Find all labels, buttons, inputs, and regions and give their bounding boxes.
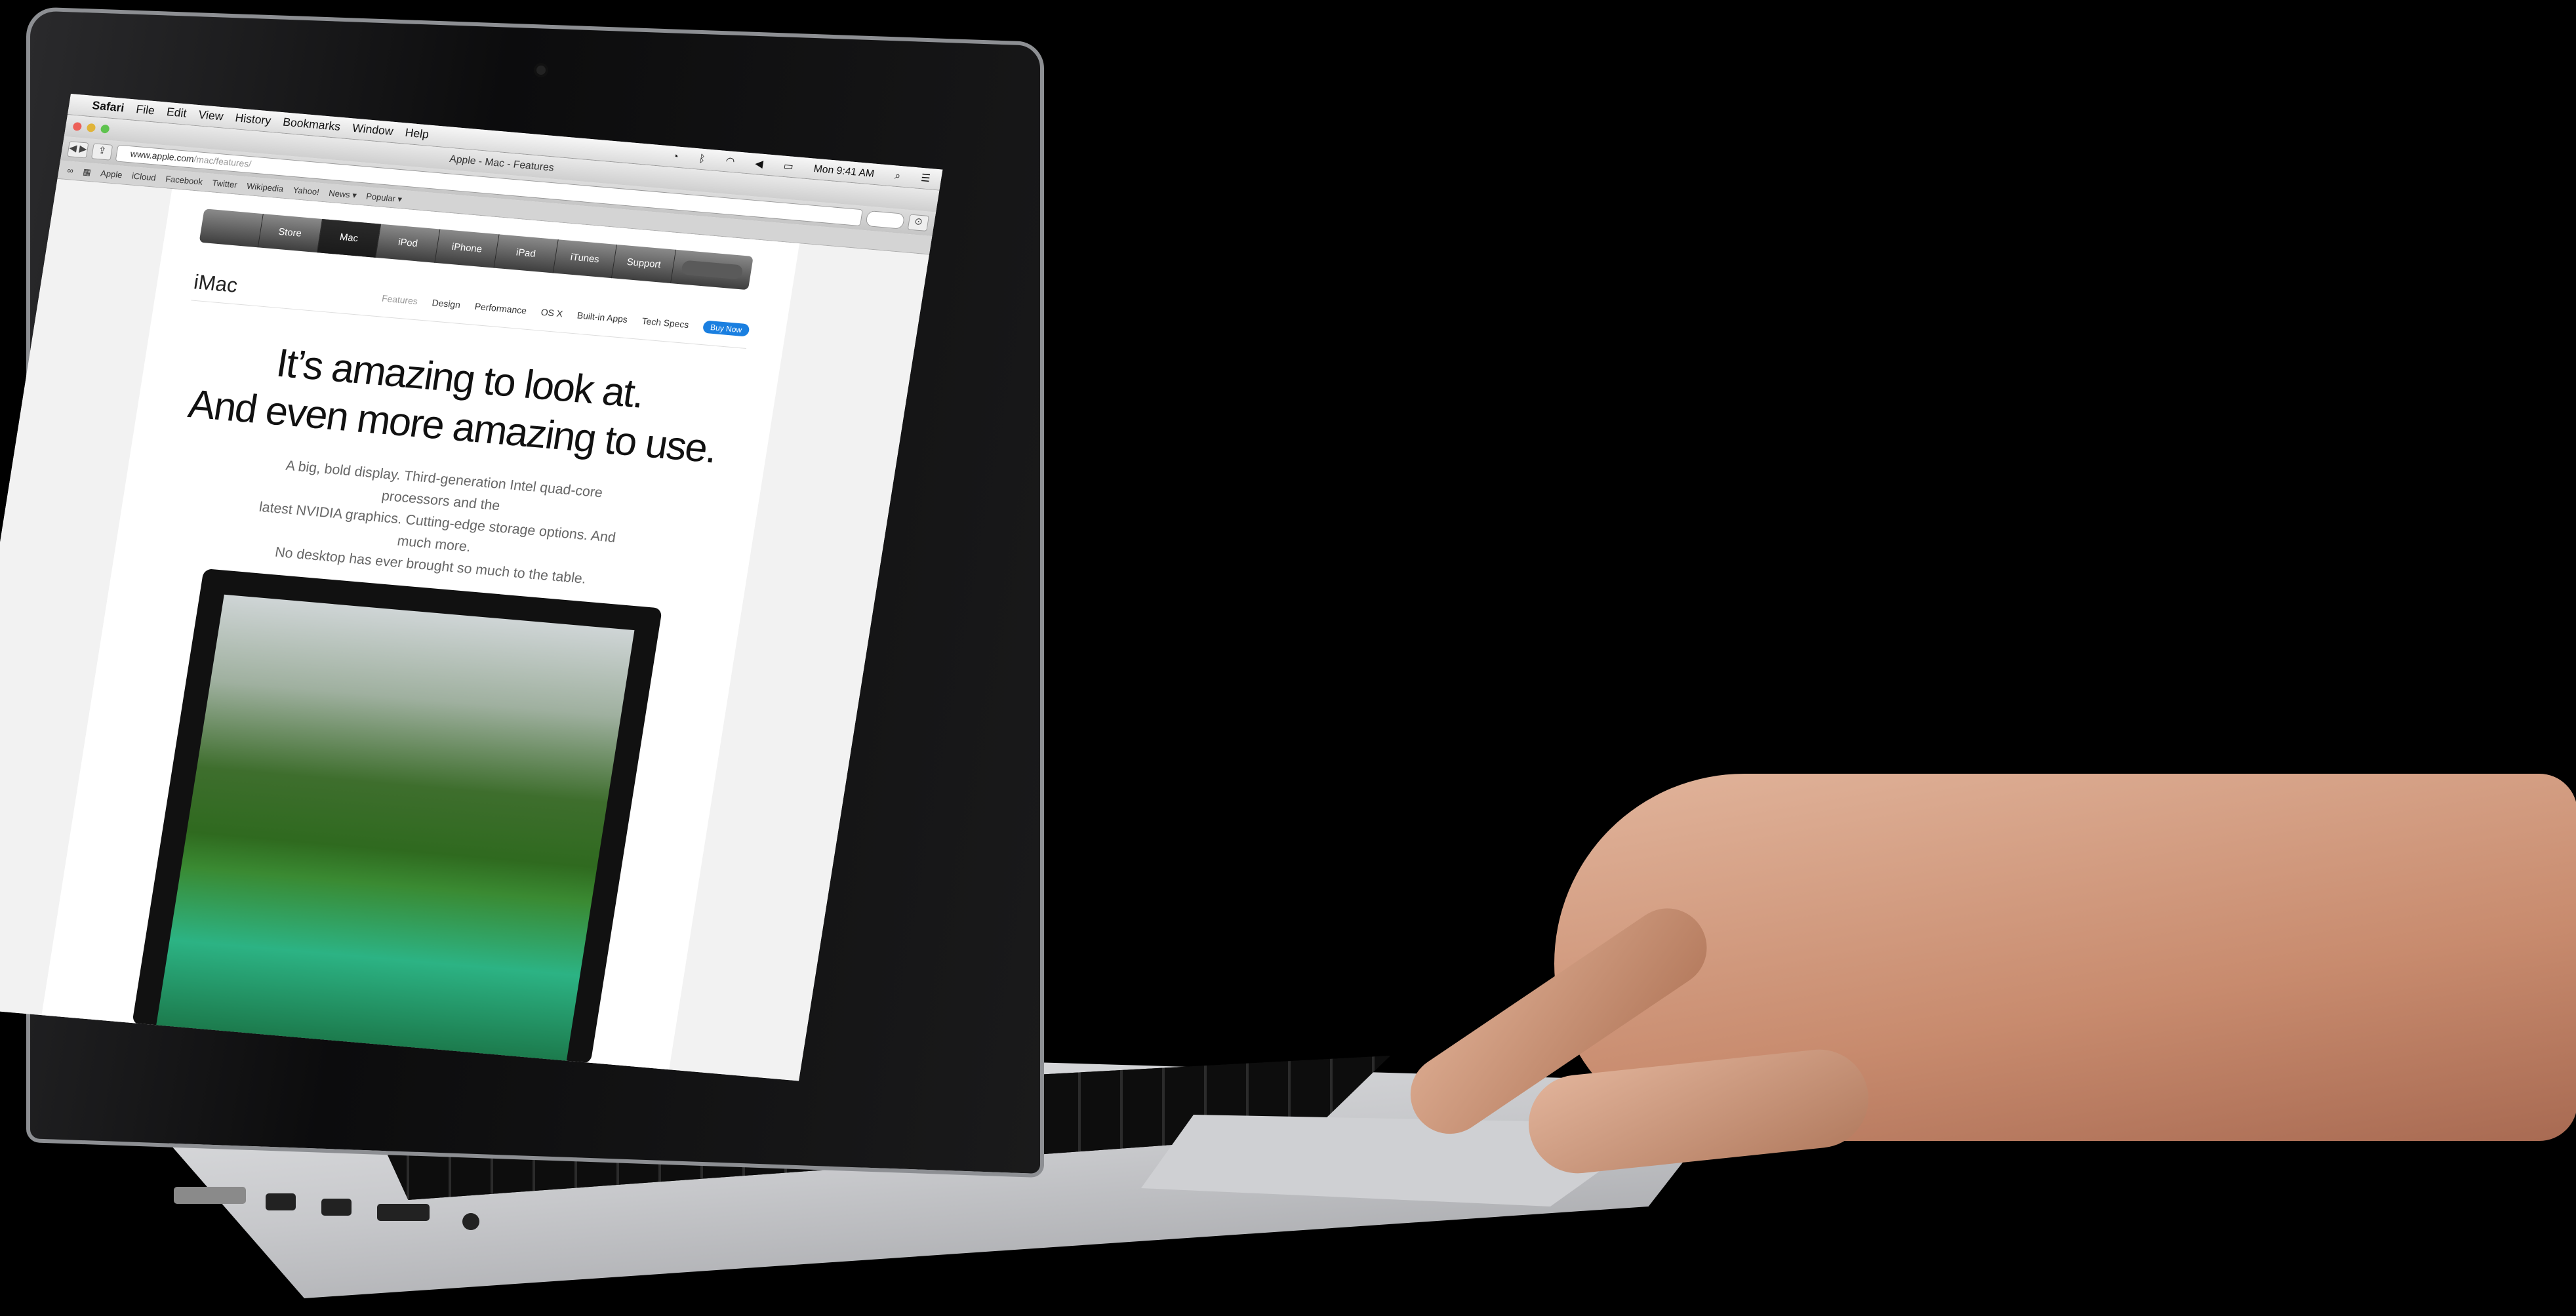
nav-mac[interactable]: Mac	[317, 218, 382, 258]
web-page: Store Mac iPod iPhone iPad iTunes Suppor…	[0, 178, 929, 1081]
bookmark-item[interactable]: Popular ▾	[365, 191, 403, 204]
nav-store[interactable]: Store	[258, 214, 323, 253]
volume-icon[interactable]: ◀	[754, 157, 764, 170]
buy-now-button[interactable]: Buy Now	[702, 319, 750, 337]
subnav-design[interactable]: Design	[432, 298, 461, 310]
hand-thumb	[1523, 1045, 1874, 1178]
nav-iphone[interactable]: iPhone	[435, 229, 500, 268]
scene: Safari File Edit View History Bookmarks …	[0, 0, 2576, 1316]
spotlight-icon[interactable]: ⌕	[894, 170, 902, 182]
nav-itunes[interactable]: iTunes	[553, 239, 618, 279]
subnav-built-in-apps[interactable]: Built-in Apps	[576, 310, 628, 325]
bookmark-item[interactable]: Facebook	[165, 174, 203, 187]
camera-icon	[536, 66, 546, 75]
nav-ipod[interactable]: iPod	[376, 224, 441, 263]
thunderbolt-port	[321, 1199, 352, 1216]
headphone-port	[462, 1213, 479, 1230]
top-sites-icon[interactable]: ▦	[82, 167, 92, 178]
nav-ipad[interactable]: iPad	[494, 234, 559, 273]
bookmark-item[interactable]: Wikipedia	[246, 181, 284, 193]
search-input[interactable]	[865, 210, 906, 229]
menu-file[interactable]: File	[135, 103, 155, 118]
apple-logo-icon[interactable]	[199, 209, 264, 248]
downloads-icon[interactable]: ⊙	[907, 214, 929, 231]
page-content: Store Mac iPod iPhone iPad iTunes Suppor…	[41, 189, 800, 1070]
bookmark-item[interactable]: iCloud	[131, 171, 157, 183]
share-icon[interactable]: ⇪	[91, 143, 113, 161]
imac-product-image	[132, 568, 663, 1064]
bluetooth-icon[interactable]: ᛒ	[698, 153, 706, 165]
menu-app[interactable]: Safari	[91, 100, 125, 115]
menu-clock[interactable]: Mon 9:41 AM	[813, 163, 875, 180]
back-forward-button[interactable]: ◀ ▶	[67, 141, 89, 159]
product-title[interactable]: iMac	[192, 270, 239, 297]
usb-port	[377, 1204, 430, 1221]
url-host: www.apple.com	[129, 149, 195, 165]
subnav-osx[interactable]: OS X	[540, 307, 563, 319]
hand	[1358, 774, 2576, 1206]
menu-edit[interactable]: Edit	[165, 106, 188, 121]
landscape-wallpaper	[155, 594, 635, 1062]
hero-headline: It’s amazing to look at. And even more a…	[135, 327, 778, 477]
subnav-performance[interactable]: Performance	[474, 301, 527, 315]
nav-support[interactable]: Support	[612, 245, 677, 284]
magsafe-port	[174, 1187, 246, 1204]
bookmark-item[interactable]: Twitter	[212, 178, 238, 189]
hero-lede: A big, bold display. Third-generation In…	[236, 451, 639, 593]
menu-history[interactable]: History	[234, 111, 272, 128]
subnav-tech-specs[interactable]: Tech Specs	[641, 316, 690, 330]
bookmark-item[interactable]: Yahoo!	[292, 185, 320, 197]
bookmark-item[interactable]: News ▾	[328, 188, 357, 200]
timemachine-icon[interactable]: ◔	[672, 150, 679, 163]
subnav-features[interactable]: Features	[381, 293, 418, 306]
site-search-input[interactable]	[681, 260, 744, 280]
menu-view[interactable]: View	[197, 109, 224, 124]
laptop-screen: Safari File Edit View History Bookmarks …	[0, 94, 943, 1081]
bookmark-item[interactable]: Apple	[100, 168, 123, 179]
wifi-icon[interactable]: ◠	[725, 155, 735, 167]
battery-icon[interactable]: ▭	[782, 160, 795, 173]
menu-window[interactable]: Window	[352, 122, 394, 139]
thunderbolt-port	[266, 1193, 296, 1210]
notification-icon[interactable]: ☰	[920, 172, 931, 185]
menu-bookmarks[interactable]: Bookmarks	[282, 116, 341, 134]
menu-help[interactable]: Help	[404, 127, 430, 142]
reading-list-icon[interactable]: ∞	[67, 165, 74, 175]
url-path: /mac/features/	[193, 154, 252, 170]
